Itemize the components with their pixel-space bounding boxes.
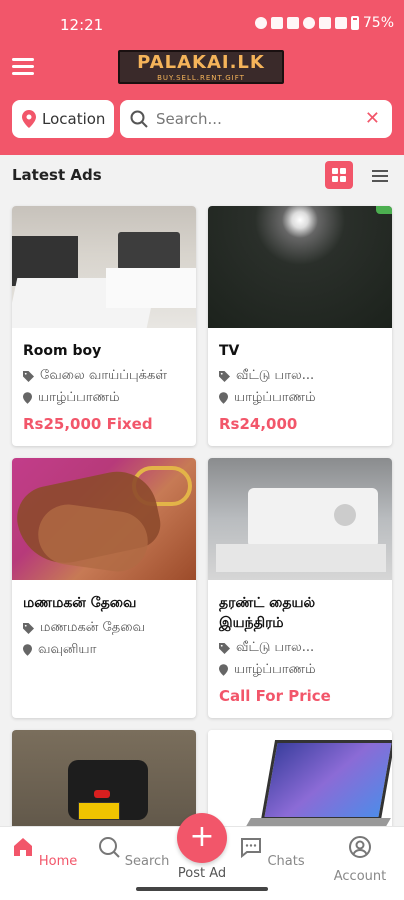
status-bar: 12:21 75% [0,0,404,48]
location-label: Location [42,110,106,128]
plus-icon: + [189,819,215,854]
tag-icon [23,622,34,634]
search-input[interactable] [156,110,346,128]
ad-title: Room boy [23,343,102,359]
tag-icon [23,370,34,382]
ad-card[interactable]: Room boy வேலை வாய்ப்புக்கள் யாழ்ப்பாணம் … [12,206,196,446]
ad-location-row: வவுனியா [23,639,185,661]
location-pin-icon [23,644,32,656]
tag-icon [219,370,230,382]
location-pin-icon [23,392,32,404]
ad-location: வவுனியா [38,642,97,657]
chat-icon [241,838,262,859]
app-header: 12:21 75% PALAKAI.LK BUY.SELL.RENT.GIFT … [0,0,404,155]
ad-location: யாழ்ப்பாணம் [38,390,120,405]
location-pin-icon [219,392,228,404]
volte-icon [286,17,299,29]
nav-search[interactable]: Search [93,835,173,869]
logo-tagline: BUY.SELL.RENT.GIFT [157,74,245,82]
ad-location: யாழ்ப்பாணம் [234,662,316,677]
ad-image [208,730,392,830]
ad-category-row: மணமகன் தேவை [23,617,185,639]
battery-icon [350,16,359,30]
ad-image [208,206,392,328]
ad-image [12,730,196,830]
ad-card[interactable]: TV வீட்டு பால... யாழ்ப்பாணம் Rs24,000 [208,206,392,446]
nav-chats[interactable]: Chats [232,835,312,869]
ad-price: Rs24,000 [219,415,298,433]
signal-2-icon [334,17,347,29]
ad-category-row: வேலை வாய்ப்புக்கள் [23,365,185,387]
ad-location: யாழ்ப்பாணம் [234,390,316,405]
ad-location-row: யாழ்ப்பாணம் [23,387,185,409]
ad-title: தரண்ட் தையல் இயந்திரம் [219,595,316,631]
ad-category-row: வீட்டு பால... [219,365,381,387]
ad-price: Call For Price [219,687,331,705]
nav-chats-label: Chats [267,854,305,869]
search-icon [130,110,148,128]
section-title: Latest Ads [12,166,102,184]
ad-category: வீட்டு பால... [236,368,315,383]
ad-category: வேலை வாய்ப்புக்கள் [40,368,167,383]
logo-text: PALAKAI.LK [137,52,265,73]
ad-image [208,458,392,580]
location-pin-icon [219,664,228,676]
ad-card[interactable] [12,730,196,830]
nav-home[interactable]: Home [4,835,84,869]
search-icon [98,837,120,858]
ad-card[interactable]: மணமகன் தேவை மணமகன் தேவை வவுனியா [12,458,196,718]
search-bar[interactable]: ✕ [120,100,392,138]
grid-view-toggle-icon[interactable] [325,161,353,189]
status-time: 12:21 [60,16,104,34]
ad-location-row: யாழ்ப்பாணம் [219,659,381,681]
ad-price: Rs25,000 Fixed [23,415,153,433]
clear-search-icon[interactable]: ✕ [365,108,380,129]
ad-image [12,206,196,328]
nav-home-label: Home [38,854,78,869]
gesture-bar [136,887,268,891]
app-logo: PALAKAI.LK BUY.SELL.RENT.GIFT [118,50,284,84]
nav-account-label: Account [333,869,387,884]
signal-icon [318,17,331,29]
post-ad-label: Post Ad [177,866,227,881]
status-icons: 75% [254,15,394,31]
ad-card[interactable] [208,730,392,830]
new-badge [376,206,392,214]
ad-category: மணமகன் தேவை [40,620,145,635]
alarm-icon [254,17,267,29]
ad-card[interactable]: தரண்ட் தையல் இயந்திரம் வீட்டு பால... யாழ… [208,458,392,718]
account-icon [349,836,371,858]
wifi-icon [302,17,315,29]
ad-location-row: யாழ்ப்பாணம் [219,387,381,409]
location-button[interactable]: Location [12,100,114,138]
ad-title: மணமகன் தேவை [23,595,137,611]
ad-category-row: வீட்டு பால... [219,637,381,659]
list-view-toggle-icon[interactable] [366,161,394,189]
hamburger-menu-icon[interactable] [12,58,34,76]
battery-percent: 75% [362,15,394,31]
tag-icon [219,642,230,654]
home-icon [13,838,32,856]
ad-category: வீட்டு பால... [236,640,315,655]
post-ad-button[interactable]: + [177,813,227,863]
nav-account[interactable]: Account [320,835,400,884]
location-pin-icon [22,110,36,128]
ad-image [12,458,196,580]
ad-title: TV [219,343,240,359]
nfc-icon [270,17,283,29]
